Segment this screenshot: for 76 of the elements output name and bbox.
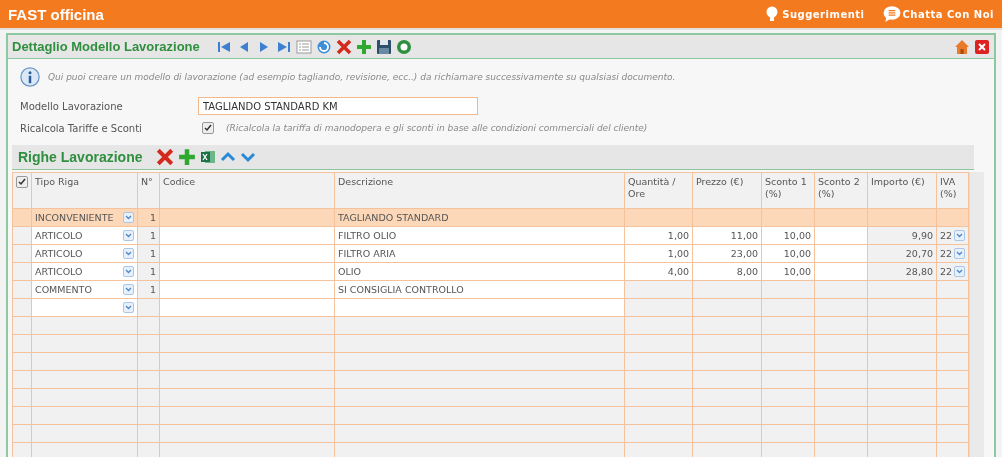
table-cell: INCONVENIENTE: [35, 212, 114, 223]
column-header: Sconto 1 (%): [761, 172, 815, 209]
table-row[interactable]: INCONVENIENTE 1 TAGLIANDO STANDARD: [12, 208, 969, 227]
table-cell: 1,00: [667, 230, 689, 241]
column-header: Descrizione: [334, 172, 625, 209]
table-cell: ARTICOLO: [35, 248, 83, 259]
panel-title: Dettaglio Modello Lavorazione: [12, 39, 200, 54]
table-cell: 9,90: [911, 230, 933, 241]
table-cell: 1: [149, 248, 156, 259]
table-cell: 10,00: [783, 248, 811, 259]
table-cell: SI CONSIGLIA CONTROLLO: [338, 284, 464, 295]
add-icon[interactable]: [178, 148, 197, 166]
close-icon[interactable]: [974, 38, 990, 55]
list-icon[interactable]: [295, 38, 312, 55]
dropdown-arrow-icon[interactable]: [123, 230, 134, 241]
column-header: Importo (€): [867, 172, 937, 209]
dropdown-arrow-icon[interactable]: [123, 248, 134, 259]
app-title: FAST officina: [8, 5, 105, 23]
dropdown-arrow-icon[interactable]: [954, 248, 966, 259]
table-cell: 10,00: [783, 230, 811, 241]
table-cell: 11,00: [730, 230, 758, 241]
table-cell: 4,00: [667, 266, 689, 277]
dropdown-arrow-icon[interactable]: [954, 266, 966, 277]
delete-icon[interactable]: [335, 38, 352, 55]
table-cell: ARTICOLO: [35, 266, 83, 277]
section-title: Righe Lavorazione: [18, 149, 143, 165]
table-cell: FILTRO OLIO: [338, 230, 397, 241]
speech-bubble-icon: [882, 5, 901, 23]
column-header: IVA (%): [936, 172, 969, 209]
column-header: Prezzo (€): [692, 172, 762, 209]
table-cell: 8,00: [736, 266, 758, 277]
dropdown-arrow-icon[interactable]: [123, 302, 134, 313]
table-cell: 22: [940, 266, 953, 277]
info-text: Qui puoi creare un modello di lavorazione (ad esempio tagliando, revisione, ecc..) da richiamare successivamente su qualsiasi documento.: [48, 72, 676, 82]
field-label: Modello Lavorazione: [20, 100, 124, 112]
field-label: Ricalcola Tariffe e Sconti: [20, 122, 143, 134]
save-icon[interactable]: [375, 38, 392, 55]
dropdown-arrow-icon[interactable]: [123, 284, 134, 295]
column-header: Quantità / Ore: [624, 172, 693, 209]
select-all-checkbox[interactable]: [16, 176, 28, 188]
refresh-icon[interactable]: [315, 38, 332, 55]
table-row[interactable]: ARTICOLO 1 FILTRO OLIO 1,00 11,00 10,00 9,90 22: [12, 226, 969, 245]
table-cell: 20,70: [905, 248, 933, 259]
table-cell: TAGLIANDO STANDARD: [338, 212, 449, 223]
table-cell: OLIO: [338, 266, 362, 277]
scrollbar[interactable]: [969, 172, 985, 457]
table-cell: 1: [149, 266, 156, 277]
delete-icon[interactable]: [156, 148, 175, 166]
table-cell: 22: [940, 230, 953, 241]
dropdown-arrow-icon[interactable]: [123, 266, 134, 277]
table-cell: FILTRO ARIA: [338, 248, 396, 259]
table-cell: 1: [149, 212, 156, 223]
table-cell: 22: [940, 248, 953, 259]
table-cell: 23,00: [730, 248, 758, 259]
info-icon: [20, 67, 40, 87]
table-cell: COMMENTO: [35, 284, 92, 295]
home-icon[interactable]: [954, 38, 970, 55]
column-header: N°: [137, 172, 160, 209]
table-row[interactable]: COMMENTO 1 SI CONSIGLIA CONTROLLO: [12, 280, 969, 299]
recalc-note: (Ricalcola la tariffa di manodopera e gli sconti in base alle condizioni commerciali del cliente): [226, 123, 648, 133]
table-cell: ARTICOLO: [35, 230, 83, 241]
column-header: Tipo Riga: [31, 172, 138, 209]
table-cell: 1: [149, 284, 156, 295]
dropdown-arrow-icon[interactable]: [954, 230, 966, 241]
column-header: Codice: [159, 172, 335, 209]
table-cell: 10,00: [783, 266, 811, 277]
column-header: Sconto 2 (%): [814, 172, 868, 209]
dropdown-arrow-icon[interactable]: [123, 212, 134, 223]
table-cell: 28,80: [905, 266, 933, 277]
spreadsheet-icon[interactable]: [200, 149, 217, 165]
table-row[interactable]: ARTICOLO 1 FILTRO ARIA 1,00 23,00 10,00 20,70 22: [12, 244, 969, 263]
model-name-field[interactable]: TAGLIANDO STANDARD KM: [198, 97, 478, 115]
recalc-checkbox[interactable]: [202, 122, 214, 134]
table-cell: 1: [149, 230, 156, 241]
table-row[interactable]: ARTICOLO 1 OLIO 4,00 8,00 10,00 28,80 22: [12, 262, 969, 281]
table-cell: 1,00: [667, 248, 689, 259]
